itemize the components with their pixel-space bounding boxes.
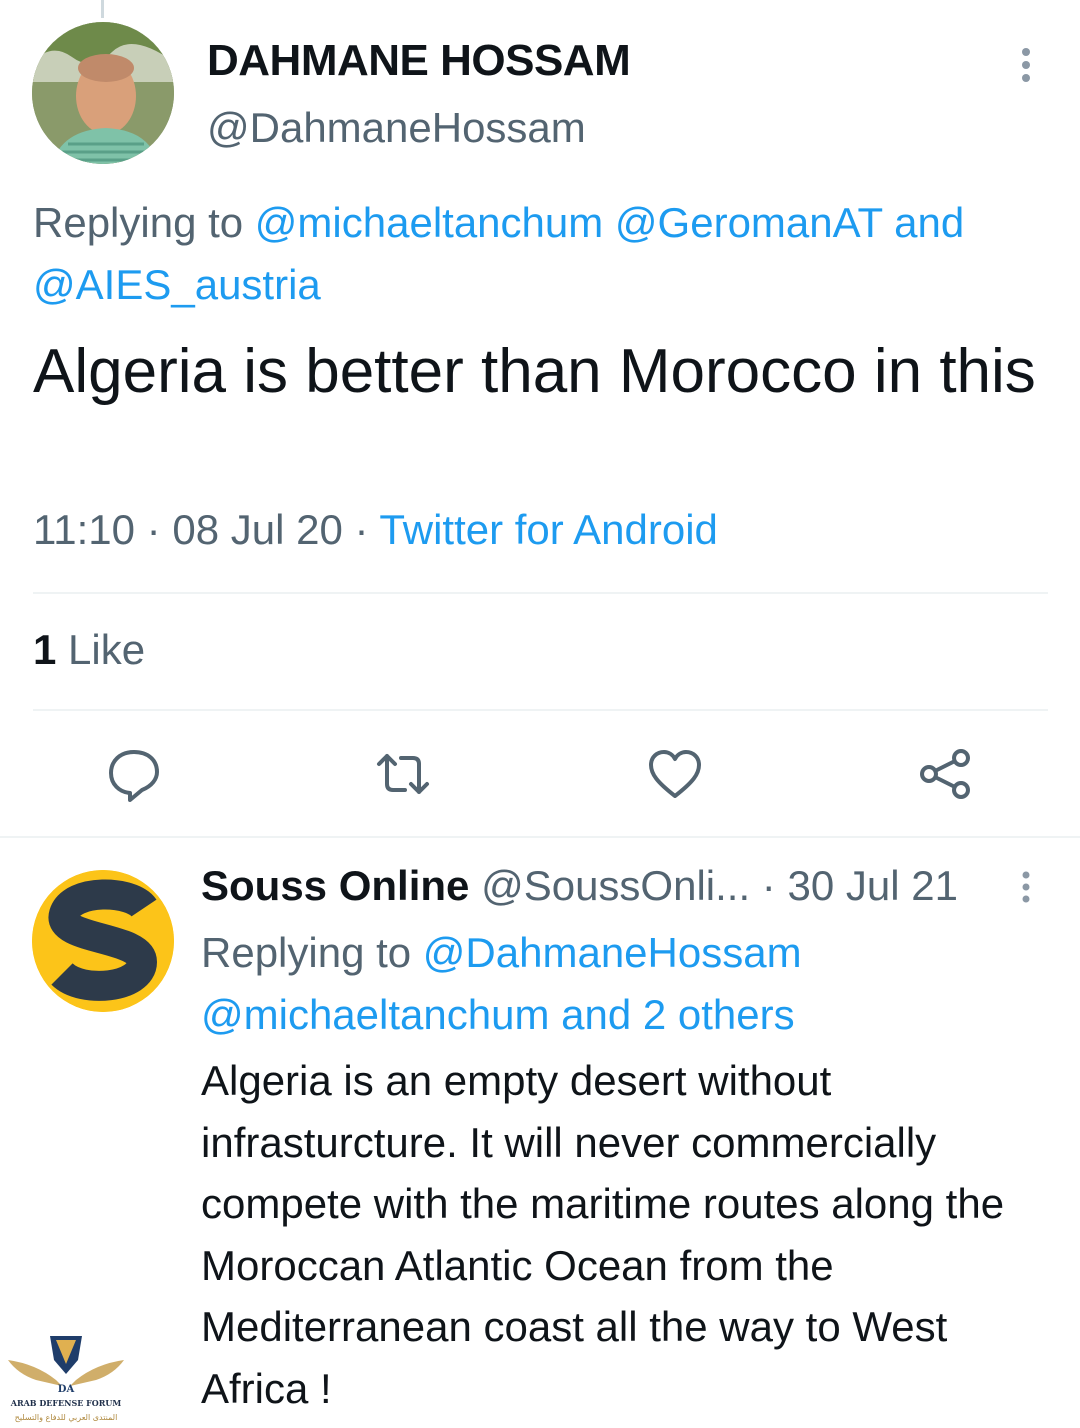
mention-link[interactable]: @michaeltanchum and 2 others: [201, 991, 795, 1038]
avatar[interactable]: [32, 22, 174, 164]
meta-separator: ·: [761, 862, 776, 909]
like-count-number: 1: [33, 626, 57, 673]
reply-text: Algeria is an empty desert without infra…: [201, 1057, 1005, 1412]
replying-prefix: Replying to: [33, 199, 244, 246]
like-icon[interactable]: [645, 744, 705, 804]
display-name[interactable]: Souss Online: [201, 862, 469, 909]
mention-link[interactable]: @DahmaneHossam: [423, 929, 802, 976]
share-icon[interactable]: [915, 744, 975, 804]
mention-link[interactable]: @michaeltanchum: [255, 199, 603, 246]
meta-separator: ·: [146, 506, 161, 553]
tweet-date[interactable]: 08 Jul 20: [172, 506, 342, 553]
profile-photo: [32, 22, 174, 164]
avatar[interactable]: [32, 870, 174, 1012]
mention-and[interactable]: and: [894, 199, 964, 246]
meta-separator: ·: [354, 506, 369, 553]
mention-link[interactable]: @AIES_austria: [33, 261, 321, 308]
watermark-name: ARAB DEFENSE FORUM: [10, 1398, 122, 1408]
replying-to: Replying to @DahmaneHossam @michaeltanch…: [201, 922, 1051, 1046]
thread-connector: [101, 0, 104, 18]
user-handle[interactable]: @SoussOnli...: [481, 862, 750, 909]
replying-to: Replying to @michaeltanchum @GeromanAT a…: [33, 192, 1053, 316]
like-count-label: Like: [68, 626, 146, 673]
likes-count[interactable]: 1 Like: [33, 626, 145, 674]
tweet-meta: 11:10 · 08 Jul 20 · Twitter for Android: [33, 506, 718, 554]
divider: [33, 592, 1048, 594]
user-handle[interactable]: @DahmaneHossam: [207, 104, 586, 152]
reply-icon[interactable]: [104, 744, 164, 804]
display-name[interactable]: DAHMANE HOSSAM: [207, 36, 631, 86]
watermark-arabic: المنتدى العربي للدفاع والتسليح: [15, 1413, 118, 1422]
divider: [0, 836, 1080, 838]
replying-prefix: Replying to: [201, 929, 412, 976]
more-options-icon[interactable]: [1016, 46, 1036, 86]
watermark-letters: DA: [58, 1384, 75, 1395]
tweet-text: Algeria is better than Morocco in this: [33, 337, 1036, 406]
reply-date[interactable]: 30 Jul 21: [787, 862, 957, 909]
retweet-icon[interactable]: [373, 744, 433, 804]
divider: [33, 709, 1048, 711]
tweet-time[interactable]: 11:10: [33, 506, 135, 553]
souss-logo: [32, 870, 174, 1012]
reply-header: Souss Online @SoussOnli... · 30 Jul 21: [201, 862, 958, 910]
more-options-icon[interactable]: [1016, 870, 1036, 906]
mention-link[interactable]: @GeromanAT: [615, 199, 883, 246]
tweet-source[interactable]: Twitter for Android: [379, 506, 717, 553]
forum-watermark-logo: DA ARAB DEFENSE FORUM المنتدى العربي للد…: [6, 1330, 126, 1426]
